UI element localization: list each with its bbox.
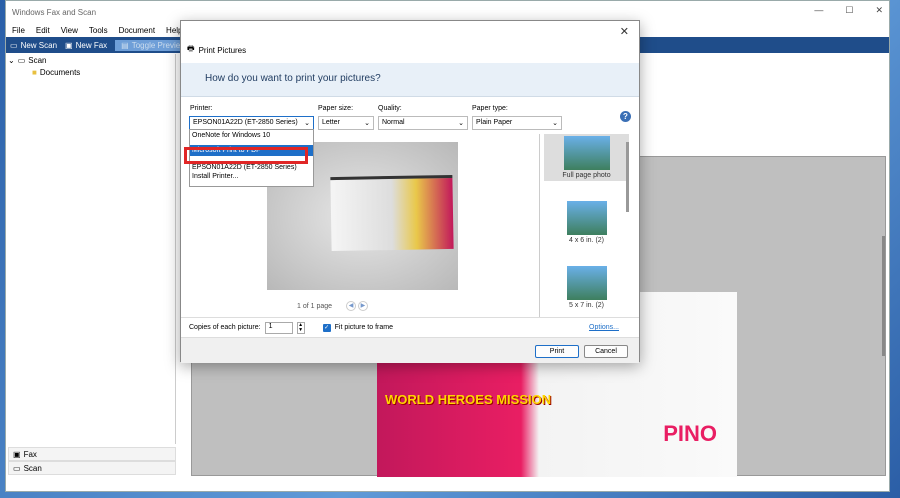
minimize-icon[interactable]: — — [814, 5, 823, 16]
cancel-button[interactable]: Cancel — [584, 345, 628, 358]
layout-4x6[interactable]: 4 x 6 in. (2) — [544, 199, 629, 246]
scanner-icon: ▭ — [17, 55, 26, 65]
page-indicator: 1 of 1 page — [297, 302, 333, 310]
paper-size-label: Paper size: — [318, 105, 354, 112]
copies-input[interactable]: 1 — [264, 321, 293, 334]
menu-view[interactable]: View — [61, 26, 78, 35]
new-scan-button[interactable]: ▭ New Scan — [10, 41, 57, 50]
paper-type-select[interactable]: Plain Paper ⌄ — [472, 116, 562, 130]
scanner-icon: ▭ — [10, 40, 18, 50]
folder-icon: ■ — [32, 67, 37, 77]
fax-icon: ▣ — [13, 449, 21, 459]
highlight-box — [184, 147, 308, 164]
art-pino: PINO — [663, 421, 717, 446]
fax-icon: ▣ — [65, 40, 73, 50]
folder-tree: ⌄ ▭ Scan ■ Documents — [8, 54, 176, 444]
layout-scrollbar[interactable] — [626, 142, 629, 212]
app-title: Windows Fax and Scan — [12, 7, 97, 17]
maximize-icon[interactable]: ☐ — [845, 5, 853, 16]
preview-image — [330, 174, 454, 252]
layout-full-page[interactable]: Full page photo — [544, 134, 629, 181]
tree-item-scan[interactable]: ⌄ ▭ Scan — [8, 54, 175, 66]
menu-file[interactable]: File — [12, 26, 25, 35]
close-icon[interactable]: ✕ — [620, 25, 629, 38]
layout-list: Full page photo 4 x 6 in. (2) 5 x 7 in. … — [539, 134, 629, 317]
layout-thumbnail — [566, 201, 607, 235]
menu-edit[interactable]: Edit — [36, 26, 50, 35]
dialog-header: How do you want to print your pictures? — [181, 63, 639, 97]
quality-label: Quality: — [378, 105, 402, 112]
bottom-nav: ▣ Fax ▭ Scan — [8, 447, 176, 475]
printer-select[interactable]: EPSON01A22D (ET-2850 Series) ⌄ — [189, 116, 314, 130]
printer-label: Printer: — [190, 105, 213, 112]
scanner-icon: ▭ — [13, 463, 21, 473]
chevron-down-icon: ⌄ — [364, 120, 370, 127]
paper-type-label: Paper type: — [472, 105, 508, 112]
prev-page-icon[interactable]: ◀ — [346, 301, 357, 311]
chevron-down-icon: ⌄ — [304, 120, 310, 127]
options-link[interactable]: Options... — [589, 324, 619, 331]
next-page-icon[interactable]: ▶ — [357, 301, 368, 311]
paper-size-select[interactable]: Letter ⌄ — [318, 116, 374, 130]
preview-scrollbar[interactable] — [882, 236, 885, 356]
print-pictures-dialog: ✕ 🖶 Print Pictures How do you want to pri… — [180, 20, 640, 363]
install-printer-option[interactable]: Install Printer... — [190, 173, 313, 182]
fit-to-frame-checkbox[interactable]: ✓ — [322, 323, 331, 332]
copies-stepper[interactable]: ▲ ▼ — [296, 321, 305, 334]
menu-tools[interactable]: Tools — [89, 26, 108, 35]
close-window-icon[interactable]: ✕ — [875, 5, 883, 16]
layout-thumbnail — [563, 136, 610, 170]
print-button[interactable]: Print — [535, 345, 579, 358]
layout-5x7[interactable]: 5 x 7 in. (2) — [544, 264, 629, 311]
printer-icon: 🖶 — [187, 44, 195, 53]
printer-option-onenote[interactable]: OneNote for Windows 10 — [190, 130, 313, 141]
chevron-down-icon: ⌄ — [552, 120, 558, 127]
layout-thumbnail — [566, 266, 607, 300]
chevron-down-icon: ⌄ — [8, 55, 15, 65]
help-icon[interactable]: ? — [620, 111, 631, 122]
preview-icon: ▤ — [121, 40, 129, 50]
tree-item-documents[interactable]: ■ Documents — [8, 66, 175, 78]
copies-label: Copies of each picture: — [189, 324, 261, 331]
nav-scan[interactable]: ▭ Scan — [8, 461, 176, 475]
chevron-down-icon: ⌄ — [458, 120, 464, 127]
art-title: WORLD HEROES MISSION — [385, 392, 552, 407]
dialog-title: Print Pictures — [198, 45, 247, 55]
nav-fax[interactable]: ▣ Fax — [8, 447, 176, 461]
fit-to-frame-label: Fit picture to frame — [334, 324, 393, 331]
quality-select[interactable]: Normal ⌄ — [378, 116, 468, 130]
menu-document[interactable]: Document — [119, 26, 155, 35]
new-fax-button[interactable]: ▣ New Fax — [65, 41, 107, 50]
